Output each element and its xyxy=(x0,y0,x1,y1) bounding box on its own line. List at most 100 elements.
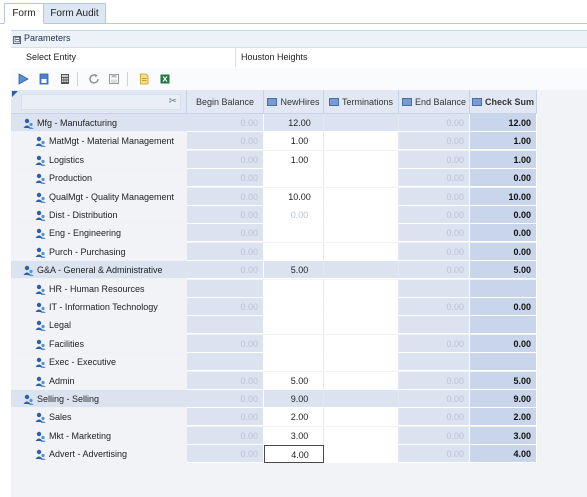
refresh-icon[interactable] xyxy=(88,73,100,85)
terminations-cell[interactable] xyxy=(324,445,399,464)
newhires-cell[interactable]: 5.00 xyxy=(264,261,324,280)
newhires-cell[interactable]: 1.00 xyxy=(264,132,324,151)
column-header-begin-balance[interactable]: Begin Balance xyxy=(187,90,264,114)
terminations-cell[interactable] xyxy=(324,150,399,169)
newhires-cell[interactable]: 1.00 xyxy=(264,150,324,169)
row-header[interactable]: Dist - Distribution xyxy=(11,206,187,224)
newhires-cell[interactable] xyxy=(264,279,324,298)
column-header-check-sum[interactable]: Check Sum xyxy=(470,90,537,114)
newhires-cell[interactable]: 12.00 xyxy=(264,114,324,132)
corner-marker-icon xyxy=(12,91,18,97)
terminations-cell[interactable] xyxy=(324,316,399,335)
excel-icon[interactable] xyxy=(159,73,171,85)
table-row: Dist - Distribution 0.00 0.00 0.00 0.00 xyxy=(11,206,587,224)
play-icon[interactable] xyxy=(17,73,29,85)
check-sum-cell xyxy=(470,279,537,298)
end-balance-cell: 0.00 xyxy=(399,187,470,206)
user-group-icon xyxy=(35,338,46,350)
newhires-cell[interactable] xyxy=(264,169,324,188)
row-header[interactable]: Eng - Engineering xyxy=(11,224,187,243)
row-header[interactable]: Mkt - Marketing xyxy=(11,427,187,445)
table-row: IT - Information Technology 0.00 0.00 0.00 xyxy=(11,298,587,316)
row-label: Legal xyxy=(49,320,72,331)
column-header-end-balance[interactable]: End Balance xyxy=(399,90,470,114)
tab-form[interactable]: Form xyxy=(4,3,44,24)
row-header[interactable]: Advert - Advertising xyxy=(11,445,187,464)
terminations-cell[interactable] xyxy=(324,132,399,151)
row-label: HR - Human Resources xyxy=(49,283,145,294)
column-header-terminations[interactable]: Terminations xyxy=(324,90,399,114)
newhires-cell[interactable]: 9.00 xyxy=(264,390,324,408)
pdf-icon[interactable] xyxy=(138,73,150,85)
terminations-cell[interactable] xyxy=(324,279,399,298)
toolbar-separator xyxy=(77,72,78,86)
terminations-cell[interactable] xyxy=(324,426,399,445)
newhires-cell[interactable]: 5.00 xyxy=(264,371,324,390)
terminations-cell[interactable] xyxy=(324,353,399,372)
newhires-cell[interactable] xyxy=(264,224,324,243)
terminations-cell[interactable] xyxy=(324,114,399,132)
collapse-toggle-icon[interactable]: ⊟ xyxy=(13,36,21,44)
row-header[interactable]: Purch - Purchasing xyxy=(11,243,187,261)
row-header[interactable]: Production xyxy=(11,169,187,188)
newhires-cell[interactable] xyxy=(264,298,324,316)
terminations-cell[interactable] xyxy=(324,206,399,224)
table-row: Purch - Purchasing 0.00 0.00 0.00 xyxy=(11,242,587,261)
save-icon[interactable] xyxy=(38,73,50,85)
newhires-cell[interactable]: 0.00 xyxy=(264,206,324,224)
terminations-cell[interactable] xyxy=(324,224,399,243)
parameters-header[interactable]: ⊟ Parameters xyxy=(11,31,587,46)
row-header[interactable]: IT - Information Technology xyxy=(11,298,187,316)
terminations-cell[interactable] xyxy=(324,390,399,408)
calculator-icon[interactable] xyxy=(59,73,71,85)
newhires-cell[interactable] xyxy=(264,334,324,353)
row-header[interactable]: Admin xyxy=(11,372,187,390)
grid-filter-input[interactable]: ✂ xyxy=(21,94,181,110)
newhires-cell[interactable]: 3.00 xyxy=(264,426,324,445)
terminations-cell[interactable] xyxy=(324,261,399,280)
tab-form-audit[interactable]: Form Audit xyxy=(44,3,106,24)
user-group-icon xyxy=(23,264,34,277)
user-group-icon xyxy=(35,356,46,369)
row-label: Mkt - Marketing xyxy=(49,430,112,441)
row-header[interactable]: QualMgt - Quality Management xyxy=(11,188,187,206)
terminations-cell[interactable] xyxy=(324,371,399,390)
newhires-cell[interactable] xyxy=(264,242,324,261)
newhires-cell[interactable]: 2.00 xyxy=(264,408,324,427)
newhires-cell[interactable] xyxy=(264,316,324,335)
grid-empty-area xyxy=(537,426,587,445)
terminations-cell[interactable] xyxy=(324,298,399,316)
begin-balance-cell xyxy=(187,279,264,298)
check-sum-cell: 2.00 xyxy=(470,408,537,427)
row-label: Purch - Purchasing xyxy=(49,246,126,257)
table-row: MatMgt - Material Management 0.00 1.00 0.00… xyxy=(11,132,587,151)
terminations-cell[interactable] xyxy=(324,187,399,206)
begin-balance-cell: 0.00 xyxy=(187,261,264,280)
end-balance-cell: 0.00 xyxy=(399,206,470,224)
terminations-cell[interactable] xyxy=(324,242,399,261)
row-header[interactable]: Facilities xyxy=(11,335,187,353)
row-header[interactable]: HR - Human Resources xyxy=(11,280,187,298)
row-header[interactable]: Sales xyxy=(11,408,187,427)
save-disk-icon[interactable] xyxy=(108,73,120,85)
terminations-cell[interactable] xyxy=(324,408,399,427)
newhires-cell[interactable] xyxy=(264,353,324,372)
row-header[interactable]: Legal xyxy=(11,316,187,335)
terminations-cell[interactable] xyxy=(324,334,399,353)
row-header[interactable]: Exec - Executive xyxy=(11,353,187,372)
terminations-cell[interactable] xyxy=(324,169,399,188)
begin-balance-cell: 0.00 xyxy=(187,206,264,224)
column-header-newhires[interactable]: NewHires xyxy=(264,90,324,114)
entity-selector[interactable]: Houston Heights xyxy=(241,48,308,67)
row-header[interactable]: G&A - General & Administrative xyxy=(11,261,187,280)
row-header[interactable]: Mfg - Manufacturing xyxy=(11,114,187,132)
column-icon xyxy=(328,98,339,106)
row-header[interactable]: Logistics xyxy=(11,151,187,169)
newhires-cell[interactable]: 10.00 xyxy=(264,187,324,206)
row-header[interactable]: Selling - Selling xyxy=(11,390,187,408)
row-header[interactable]: MatMgt - Material Management xyxy=(11,132,187,151)
end-balance-cell: 0.00 xyxy=(399,242,470,261)
end-balance-cell: 0.00 xyxy=(399,426,470,445)
scissors-icon[interactable]: ✂ xyxy=(169,96,177,107)
newhires-cell[interactable]: 4.00 xyxy=(264,445,324,464)
